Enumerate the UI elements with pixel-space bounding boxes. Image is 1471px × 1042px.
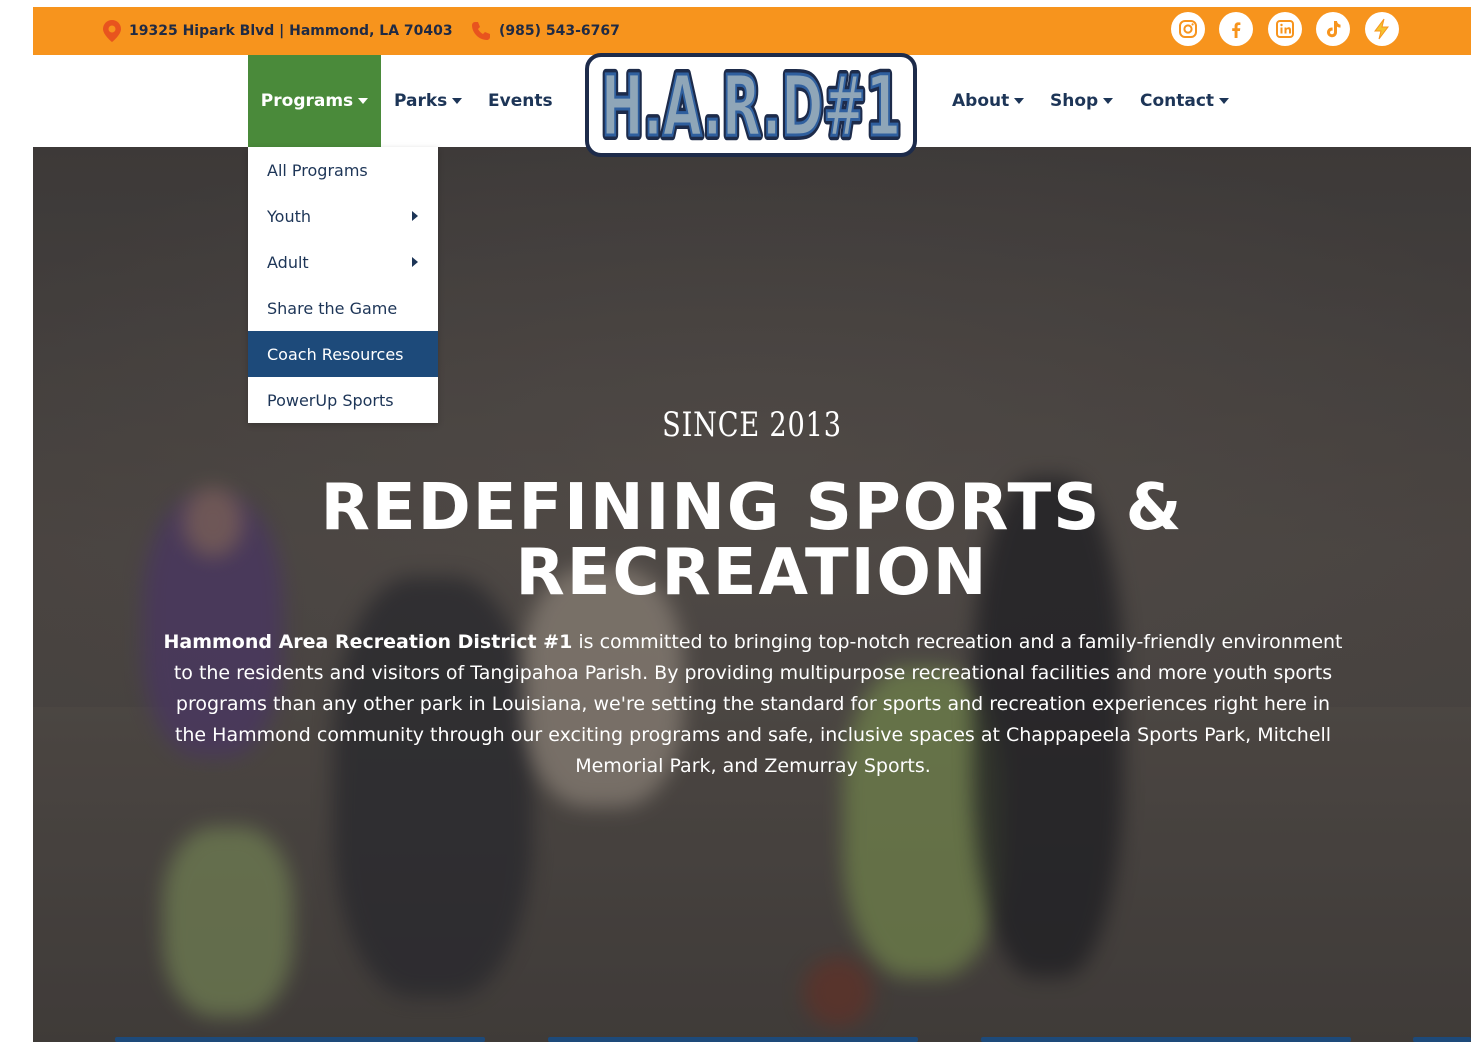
nav-contact-label: Contact: [1140, 91, 1215, 111]
nav-events-label: Events: [488, 91, 553, 111]
powerup-icon: [1374, 18, 1389, 40]
dropdown-item-label: PowerUp Sports: [267, 390, 394, 410]
hero-description-bold: Hammond Area Recreation District #1: [163, 631, 573, 653]
dropdown-item-share-the-game[interactable]: Share the Game: [248, 285, 438, 331]
chevron-down-icon: [452, 98, 463, 104]
instagram-icon: [1179, 20, 1197, 38]
cards-edge-strip: [115, 1037, 1471, 1042]
hero-headline-line2: RECREATION: [515, 536, 989, 610]
card-edge: [1413, 1037, 1471, 1042]
instagram-link[interactable]: [1171, 12, 1205, 46]
nav-about-label: About: [952, 91, 1010, 111]
nav-shop-label: Shop: [1050, 91, 1099, 111]
card-edge: [981, 1037, 1351, 1042]
dropdown-item-youth[interactable]: Youth: [248, 193, 438, 239]
dropdown-item-label: All Programs: [267, 160, 368, 180]
chevron-right-icon: [412, 211, 418, 221]
nav-programs-label: Programs: [260, 91, 354, 111]
dropdown-item-adult[interactable]: Adult: [248, 239, 438, 285]
address-text: 19325 Hipark Blvd | Hammond, LA 70403: [129, 23, 453, 39]
card-edge: [115, 1037, 485, 1042]
nav-programs[interactable]: Programs: [248, 55, 381, 147]
top-bar: 19325 Hipark Blvd | Hammond, LA 70403 (9…: [33, 7, 1471, 55]
chevron-down-icon: [1014, 98, 1025, 104]
chevron-down-icon: [1219, 98, 1230, 104]
nav-about[interactable]: About: [952, 55, 1025, 147]
dropdown-item-powerup-sports[interactable]: PowerUp Sports: [248, 377, 438, 423]
nav-parks[interactable]: Parks: [394, 55, 463, 147]
map-pin-icon: [103, 20, 121, 42]
logo-text: H.A.R.D#1: [601, 57, 901, 155]
dropdown-item-label: Adult: [267, 252, 309, 272]
nav-events[interactable]: Events: [488, 55, 553, 147]
nav-shop[interactable]: Shop: [1050, 55, 1114, 147]
nav-parks-label: Parks: [394, 91, 448, 111]
hero-description: Hammond Area Recreation District #1 is c…: [163, 627, 1343, 782]
linkedin-link[interactable]: [1268, 12, 1302, 46]
dropdown-item-coach-resources[interactable]: Coach Resources: [248, 331, 438, 377]
facebook-icon: [1232, 22, 1241, 38]
chevron-down-icon: [358, 98, 369, 104]
dropdown-item-all-programs[interactable]: All Programs: [248, 147, 438, 193]
phone-text: (985) 543-6767: [499, 23, 620, 39]
phone-link[interactable]: (985) 543-6767: [471, 7, 620, 55]
page: 19325 Hipark Blvd | Hammond, LA 70403 (9…: [33, 7, 1471, 1042]
tiktok-icon: [1327, 21, 1341, 38]
nav-contact[interactable]: Contact: [1140, 55, 1230, 147]
dropdown-item-label: Youth: [267, 206, 311, 226]
facebook-link[interactable]: [1219, 12, 1253, 46]
card-edge: [548, 1037, 918, 1042]
site-logo[interactable]: H.A.R.D#1 H.A.R.D#1: [585, 53, 917, 157]
programs-dropdown: All Programs Youth Adult Share the Game …: [248, 147, 438, 423]
address-link[interactable]: 19325 Hipark Blvd | Hammond, LA 70403: [103, 7, 453, 55]
chevron-down-icon: [1103, 98, 1114, 104]
chevron-right-icon: [412, 257, 418, 267]
tiktok-link[interactable]: [1316, 12, 1350, 46]
phone-icon: [472, 22, 490, 40]
dropdown-item-label: Share the Game: [267, 298, 398, 318]
dropdown-item-label: Coach Resources: [267, 344, 404, 364]
linkedin-icon: [1276, 20, 1294, 38]
powerup-link[interactable]: [1365, 12, 1399, 46]
hero-headline-line1: REDEFINING SPORTS &: [320, 471, 1184, 545]
